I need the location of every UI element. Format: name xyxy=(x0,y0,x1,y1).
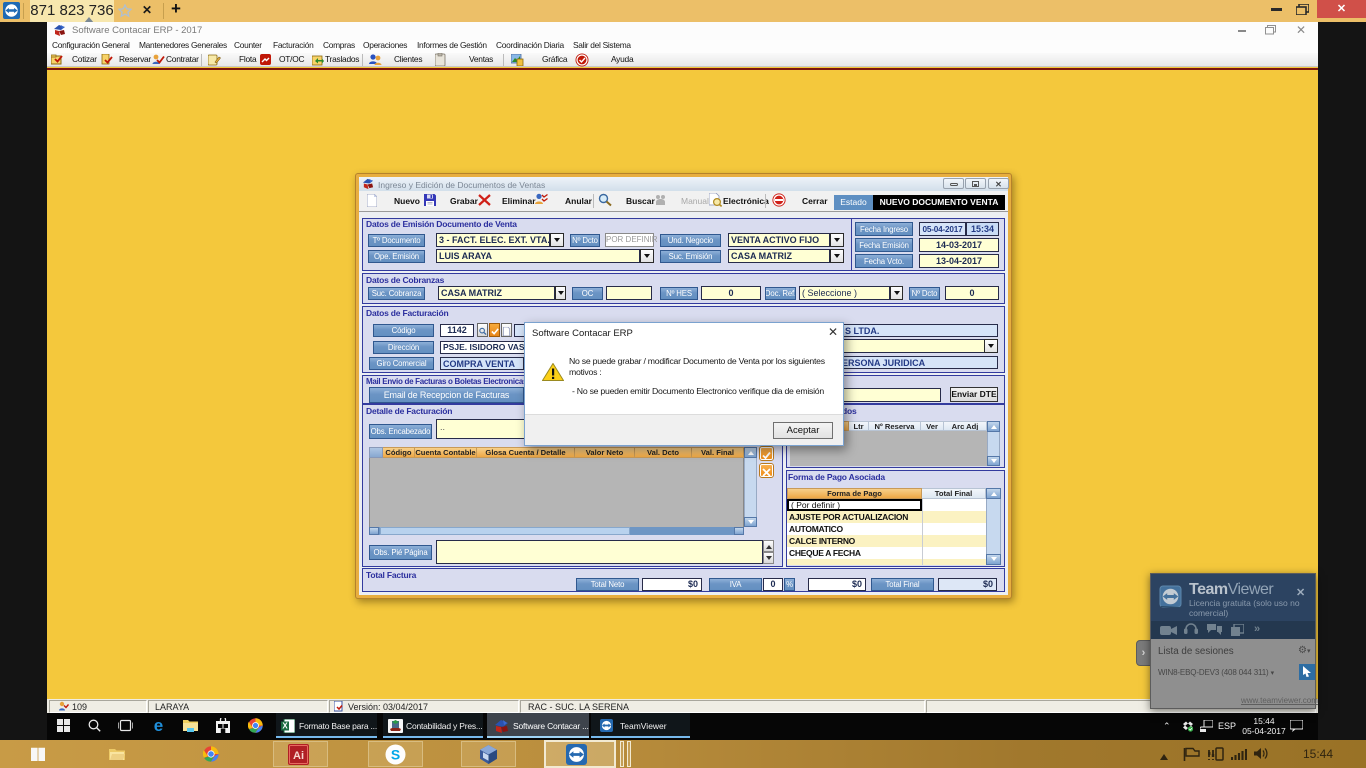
svg-text:Ai: Ai xyxy=(293,750,304,762)
svg-text:e: e xyxy=(154,717,163,734)
svg-text:X: X xyxy=(282,722,288,731)
svg-text:S: S xyxy=(391,747,400,763)
